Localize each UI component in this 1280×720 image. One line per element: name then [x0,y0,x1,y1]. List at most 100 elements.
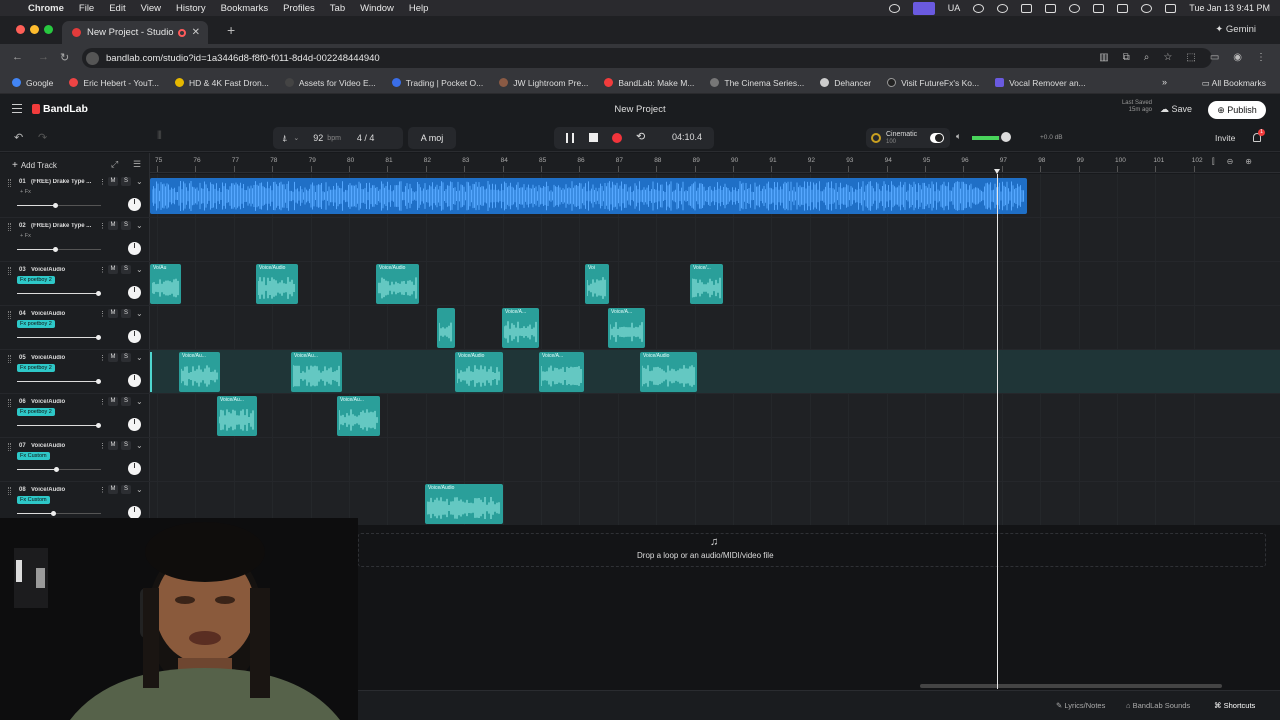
split-view-icon[interactable]: ▭ [1210,52,1219,63]
drag-handle-icon[interactable] [8,267,11,275]
more-menu-icon[interactable]: ⋮ [1256,52,1266,63]
snap-icon[interactable]: ⫿ [1212,157,1215,167]
chevron-down-icon[interactable]: ⌄ [136,485,143,494]
drag-handle-icon[interactable] [8,223,11,231]
audio-clip[interactable]: Voice/A... [502,308,539,348]
track-settings-icon[interactable]: ☰ [133,159,141,170]
pause-button[interactable] [566,133,574,143]
solo-button[interactable]: S [121,397,131,406]
fx-preset-badge[interactable]: + Fx [17,232,34,240]
audio-clip[interactable]: Voice/Audio [455,352,503,392]
bookmark-item[interactable]: Assets for Video E... [284,78,376,88]
solo-button[interactable]: S [121,353,131,362]
preset-toggle[interactable] [930,133,944,143]
volume-slider[interactable] [17,291,101,296]
bookmark-item[interactable]: Dehancer [820,78,871,88]
track-header[interactable]: 02 (FREE) Drake Type ... ⋮ M S ⌄ + Fx [0,218,150,262]
cast-icon[interactable]: ⧉ [1123,52,1130,63]
track-lane[interactable] [150,394,1280,438]
volume-slider[interactable] [17,379,101,384]
solo-button[interactable]: S [121,485,131,494]
volume-knob[interactable] [96,379,101,384]
pan-knob[interactable] [128,198,141,211]
track-header[interactable]: 05 Voice/Audio ⋮ M S ⌄ Fx poetboy 2 [0,350,150,394]
volume-knob[interactable] [54,467,59,472]
bookmark-item[interactable]: Vocal Remover an... [995,78,1086,88]
bpm-value[interactable]: 92 [313,133,323,143]
pan-knob[interactable] [128,418,141,431]
invite-button[interactable]: Invite [1215,133,1235,143]
minimize-window-icon[interactable] [30,25,39,34]
mute-button[interactable]: M [108,485,118,494]
profile-icon[interactable]: ◉ [1233,52,1242,63]
sidebar-icon[interactable]: ▥ [1099,52,1108,63]
key-selector[interactable]: A moj [408,127,456,149]
input-language[interactable]: UA [948,3,961,13]
loop-icon[interactable]: ⟲ [636,130,645,143]
track-menu-icon[interactable]: ⋮ [99,486,106,494]
chevron-down-icon[interactable]: ⌄ [136,441,143,450]
menu-edit[interactable]: Edit [109,3,125,14]
bookmark-item[interactable]: Visit FutureFx's Ko... [887,78,979,88]
fx-preset-badge[interactable]: Fx poetboy 2 [17,276,55,284]
more-bookmarks-icon[interactable]: » [1162,77,1167,87]
master-volume-knob[interactable] [1001,132,1011,142]
menu-file[interactable]: File [79,3,94,14]
volume-knob[interactable] [96,423,101,428]
fx-preset-badge[interactable]: + Fx [17,188,34,196]
horizontal-scrollbar[interactable] [920,684,1222,688]
panel-toggle-icon[interactable]: ⦀ [157,130,162,143]
status-icon[interactable] [888,3,900,13]
clock[interactable]: Tue Jan 13 9:41 PM [1189,3,1270,13]
lyrics-notes-button[interactable]: ✎ Lyrics/Notes [1056,701,1105,710]
track-header[interactable]: 01 (FREE) Drake Type ... ⋮ M S ⌄ + Fx [0,174,150,218]
vpn-icon[interactable] [997,3,1009,13]
bookmark-item[interactable]: Trading | Pocket O... [391,78,483,88]
audio-clip[interactable] [437,308,455,348]
track-header[interactable]: 07 Voice/Audio ⋮ M S ⌄ Fx Custom [0,438,150,482]
fx-preset-badge[interactable]: Fx Custom [17,452,50,460]
redo-icon[interactable]: ↷ [38,131,47,144]
volume-slider[interactable] [17,511,101,516]
track-name[interactable]: (FREE) Drake Type ... [31,223,93,229]
record-button[interactable] [612,133,622,143]
timeline-ruler[interactable]: 75 76 77 78 79 80 81 82 83 84 85 86 87 88 89 90 91 92 93 94… [150,153,1280,173]
track-menu-icon[interactable]: ⋮ [99,178,106,186]
volume-knob[interactable] [53,247,58,252]
address-bar[interactable]: bandlab.com/studio?id=1a3446d8-f8f0-f011… [82,48,1212,68]
drag-handle-icon[interactable] [8,311,11,319]
mute-button[interactable]: M [108,309,118,318]
audio-clip[interactable] [150,178,1027,214]
fx-preset-badge[interactable]: Fx Custom [17,496,50,504]
volume-knob[interactable] [53,203,58,208]
metronome-icon[interactable]: ⍋ [282,133,287,144]
track-name[interactable]: Voice/Audio [31,267,93,273]
status-icon[interactable] [973,3,985,13]
mute-button[interactable]: M [108,353,118,362]
track-lane[interactable] [150,438,1280,482]
volume-slider[interactable] [17,467,101,472]
pan-knob[interactable] [128,374,141,387]
volume-knob[interactable] [96,335,101,340]
fx-preset-badge[interactable]: Fx poetboy 2 [17,320,55,328]
bluetooth-icon[interactable] [1021,3,1033,13]
track-menu-icon[interactable]: ⋮ [99,398,106,406]
track-menu-icon[interactable]: ⋮ [99,266,106,274]
shortcuts-button[interactable]: ⌘ Shortcuts [1214,701,1255,710]
chevron-down-icon[interactable]: ⌄ [136,397,143,406]
chevron-down-icon[interactable]: ⌄ [136,265,143,274]
zoom-out-icon[interactable]: ⊖ [1227,157,1234,167]
drag-handle-icon[interactable] [8,399,11,407]
track-name[interactable]: (FREE) Drake Type ... [31,179,93,185]
volume-knob[interactable] [96,291,101,296]
menu-app[interactable]: Chrome [28,3,64,14]
control-center-icon[interactable] [1165,3,1177,13]
mute-master-icon[interactable]: 🔈︎ [956,131,961,142]
track-header[interactable]: 03 Voice/Audio ⋮ M S ⌄ Fx poetboy 2 [0,262,150,306]
bookmark-item[interactable]: The Cinema Series... [710,78,804,88]
audio-clip[interactable]: Voice/Audio [425,484,503,524]
volume-icon[interactable] [1045,3,1057,13]
volume-slider[interactable] [17,247,101,252]
chevron-down-icon[interactable]: ⌄ [136,221,143,230]
battery-icon[interactable] [1093,3,1105,13]
